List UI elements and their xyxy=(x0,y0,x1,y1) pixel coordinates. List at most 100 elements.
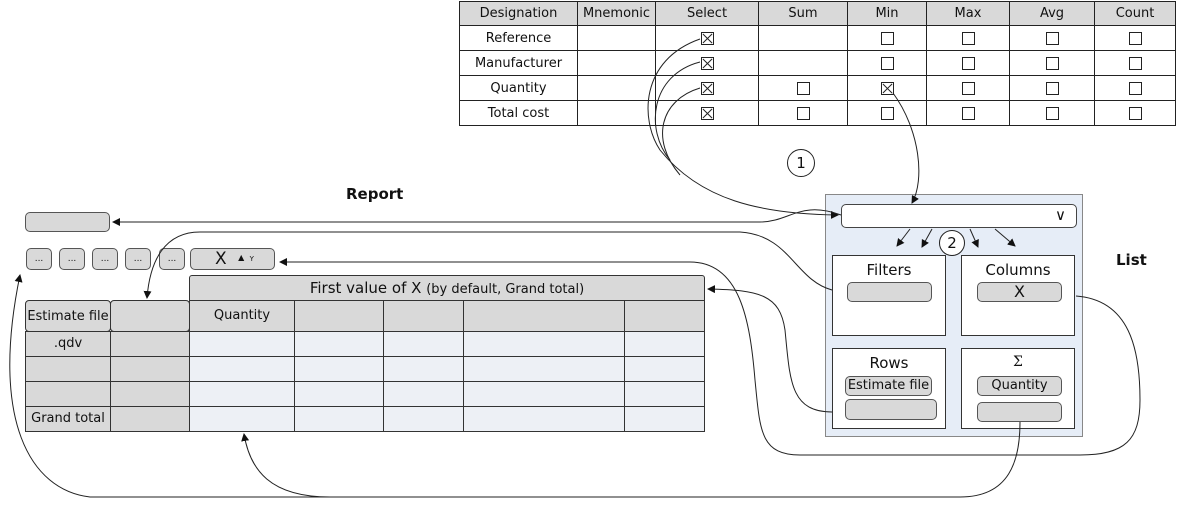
header-designation: Designation xyxy=(459,1,578,26)
row-label: .qdv xyxy=(25,331,111,357)
report-filter-button-5[interactable]: ... xyxy=(159,248,185,270)
field-count-cell xyxy=(1094,50,1176,76)
row-label xyxy=(25,356,111,382)
data-cell xyxy=(189,331,295,357)
field-sum-cell xyxy=(758,50,848,76)
avg-checkbox[interactable] xyxy=(1045,106,1059,120)
field-mnemonic[interactable] xyxy=(577,50,656,76)
report-column-field-button[interactable]: X ▲ Y xyxy=(190,248,275,270)
count-checkbox[interactable] xyxy=(1128,81,1142,95)
select-checkbox[interactable] xyxy=(700,56,714,70)
field-table-row: Quantity xyxy=(459,75,1176,101)
avg-checkbox[interactable] xyxy=(1045,31,1059,45)
field-min-cell xyxy=(847,75,927,101)
field-max-cell xyxy=(926,100,1010,126)
column-header-main: First value of X xyxy=(309,279,422,297)
data-cell xyxy=(294,381,384,407)
count-checkbox[interactable] xyxy=(1128,56,1142,70)
field-select-cell xyxy=(655,75,759,101)
field-select-cell xyxy=(655,25,759,51)
field-mnemonic[interactable] xyxy=(577,25,656,51)
header-avg: Avg xyxy=(1009,1,1095,26)
min-checkbox[interactable] xyxy=(880,56,894,70)
values-zone-item-quantity[interactable]: Quantity xyxy=(977,376,1062,396)
field-selection-table: Designation Mnemonic Select Sum Min Max … xyxy=(459,1,1176,126)
report-filter-button-1[interactable]: ... xyxy=(26,248,52,270)
field-min-cell xyxy=(847,100,927,126)
field-designation: Manufacturer xyxy=(459,50,578,76)
select-checkbox[interactable] xyxy=(700,31,714,45)
select-checkbox[interactable] xyxy=(700,81,714,95)
field-avg-cell xyxy=(1009,75,1095,101)
connector-page-filter xyxy=(112,209,842,226)
field-list-dropdown[interactable]: ∨ xyxy=(841,204,1077,228)
field-avg-cell xyxy=(1009,25,1095,51)
chevron-down-icon: ∨ xyxy=(1055,206,1066,224)
max-checkbox[interactable] xyxy=(961,56,975,70)
report-page-filter-button[interactable] xyxy=(25,212,110,232)
min-checkbox[interactable] xyxy=(880,31,894,45)
field-sum-cell xyxy=(758,25,848,51)
header-count: Count xyxy=(1094,1,1176,26)
row-label-sub xyxy=(110,356,190,382)
data-cell xyxy=(624,406,705,432)
avg-checkbox[interactable] xyxy=(1045,56,1059,70)
value-header-empty xyxy=(463,300,625,332)
field-mnemonic[interactable] xyxy=(577,100,656,126)
step-1-marker: 1 xyxy=(787,149,815,177)
max-checkbox[interactable] xyxy=(961,31,975,45)
sum-checkbox[interactable] xyxy=(796,106,810,120)
report-filter-button-4[interactable]: ... xyxy=(125,248,151,270)
values-zone-item-empty[interactable] xyxy=(977,402,1062,422)
data-cell xyxy=(383,331,464,357)
column-header-banner: First value of X (by default, Grand tota… xyxy=(189,275,705,301)
field-max-cell xyxy=(926,25,1010,51)
header-select: Select xyxy=(655,1,759,26)
field-table-row: Reference xyxy=(459,25,1176,51)
columns-zone-item-x[interactable]: X xyxy=(977,282,1062,302)
data-cell xyxy=(463,331,625,357)
sort-sub-label: Y xyxy=(249,255,254,263)
field-mnemonic[interactable] xyxy=(577,75,656,101)
field-designation: Quantity xyxy=(459,75,578,101)
field-max-cell xyxy=(926,75,1010,101)
data-cell xyxy=(294,331,384,357)
value-header-quantity: Quantity xyxy=(189,300,295,332)
data-cell xyxy=(189,406,295,432)
rows-zone-item-empty[interactable] xyxy=(845,399,937,420)
sort-ascending-icon: ▲ xyxy=(238,253,245,262)
data-cell xyxy=(463,381,625,407)
rows-zone-item-estimate-file[interactable]: Estimate file xyxy=(845,376,932,396)
field-designation: Reference xyxy=(459,25,578,51)
header-mnemonic: Mnemonic xyxy=(577,1,656,26)
value-header-empty xyxy=(383,300,464,332)
max-checkbox[interactable] xyxy=(961,81,975,95)
filters-zone-item[interactable] xyxy=(847,282,932,302)
field-min-cell xyxy=(847,25,927,51)
header-sum: Sum xyxy=(758,1,848,26)
report-filter-button-2[interactable]: ... xyxy=(59,248,85,270)
data-cell xyxy=(383,406,464,432)
report-label: Report xyxy=(346,185,404,203)
avg-checkbox[interactable] xyxy=(1045,81,1059,95)
data-cell xyxy=(383,381,464,407)
count-checkbox[interactable] xyxy=(1128,31,1142,45)
max-checkbox[interactable] xyxy=(961,106,975,120)
field-sum-cell xyxy=(758,100,848,126)
column-field-label: X xyxy=(215,249,227,269)
field-avg-cell xyxy=(1009,50,1095,76)
field-count-cell xyxy=(1094,25,1176,51)
row-header-empty[interactable] xyxy=(110,300,190,332)
min-checkbox[interactable] xyxy=(880,81,894,95)
count-checkbox[interactable] xyxy=(1128,106,1142,120)
row-header-estimate-file[interactable]: Estimate file xyxy=(25,300,111,332)
header-max: Max xyxy=(926,1,1010,26)
field-designation: Total cost xyxy=(459,100,578,126)
select-checkbox[interactable] xyxy=(700,106,714,120)
sum-checkbox[interactable] xyxy=(796,81,810,95)
report-filter-button-3[interactable]: ... xyxy=(92,248,118,270)
row-label xyxy=(25,381,111,407)
min-checkbox[interactable] xyxy=(880,106,894,120)
field-count-cell xyxy=(1094,100,1176,126)
list-label: List xyxy=(1116,251,1147,269)
